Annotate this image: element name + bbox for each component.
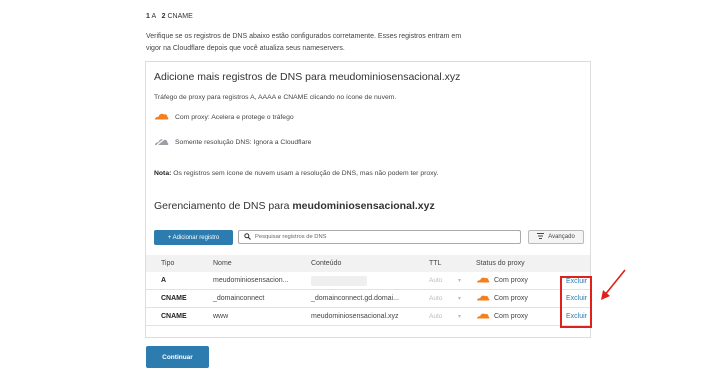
dns-management-domain: meudominiosensacional.xyz: [292, 200, 435, 212]
header-content: Conteúdo: [311, 260, 342, 267]
proxy-status[interactable]: Com proxy: [476, 272, 528, 289]
dns-records-table: Tipo Nome Conteúdo TTL Status do proxy A…: [146, 255, 590, 326]
dns-management-prefix: Gerenciamento de DNS para: [154, 200, 293, 212]
delete-link[interactable]: Excluir: [566, 313, 587, 320]
chevron-down-icon: ▾: [458, 278, 462, 284]
chevron-down-icon: ▾: [458, 314, 462, 320]
note-text: Os registros sem ícone de nuvem usam a r…: [171, 170, 439, 177]
step-1-number: 1: [146, 13, 150, 20]
search-placeholder: Pesquisar registros de DNS: [255, 234, 327, 240]
table-row[interactable]: CNAME _domainconnect _domainconnect.gd.d…: [146, 290, 590, 308]
cloud-orange-icon: [476, 294, 490, 303]
record-content: _domainconnect.gd.domai...: [311, 295, 399, 302]
card-subtitle: Tráfego de proxy para registros A, AAAA …: [154, 94, 397, 101]
dns-card: Adicione mais registros de DNS para meud…: [145, 61, 591, 338]
record-type: CNAME: [161, 313, 187, 320]
header-type: Tipo: [161, 260, 175, 267]
add-record-button[interactable]: + Adicionar registro: [154, 230, 233, 245]
record-type: CNAME: [161, 295, 187, 302]
header-ttl: TTL: [429, 260, 442, 267]
table-row[interactable]: A meudominiosensacion... Auto ▾ Com prox…: [146, 272, 590, 290]
legend-proxied-text: Com proxy: Acelera e protege o tráfego: [175, 113, 294, 121]
note-label: Nota:: [154, 170, 172, 177]
card-title: Adicione mais registros de DNS para meud…: [154, 71, 461, 83]
cloud-orange-icon: [476, 312, 490, 321]
note: Nota: Os registros sem ícone de nuvem us…: [154, 168, 474, 180]
advanced-button[interactable]: Avançado: [528, 230, 584, 244]
record-type: A: [161, 277, 167, 284]
delete-link[interactable]: Excluir: [566, 295, 587, 302]
step-indicator: 1 A 2 CNAME: [146, 13, 193, 20]
record-name: meudominiosensacion...: [213, 277, 289, 284]
proxy-status[interactable]: Com proxy: [476, 290, 528, 307]
step-1-label: A: [151, 13, 156, 20]
search-input[interactable]: Pesquisar registros de DNS: [238, 230, 521, 244]
dns-management-title: Gerenciamento de DNS para meudominiosens…: [154, 200, 435, 212]
search-icon: [244, 232, 251, 242]
legend-dns-only: Somente resolução DNS: Ignora a Cloudfla…: [154, 137, 311, 148]
cloud-gray-icon: [154, 137, 169, 148]
advanced-label: Avançado: [548, 234, 575, 240]
chevron-down-icon: ▾: [458, 296, 462, 302]
step-2-number: 2: [161, 13, 166, 20]
proxy-status-text: Com proxy: [494, 313, 528, 320]
arrow-annotation-icon: [598, 268, 628, 306]
header-status: Status do proxy: [476, 260, 525, 267]
proxy-status-text: Com proxy: [494, 295, 528, 302]
cloud-orange-icon: [154, 112, 169, 122]
dns-toolbar: + Adicionar registro Pesquisar registros…: [154, 230, 584, 246]
table-header: Tipo Nome Conteúdo TTL Status do proxy: [146, 255, 590, 272]
table-row[interactable]: CNAME www meudominiosensacional.xyz Auto…: [146, 308, 590, 326]
ttl-select[interactable]: Auto: [429, 308, 442, 325]
record-name: _domainconnect: [213, 295, 265, 302]
record-name: www: [213, 313, 229, 320]
ttl-select[interactable]: Auto: [429, 272, 442, 289]
header-name: Nome: [213, 260, 232, 267]
cloud-orange-icon: [476, 276, 490, 285]
record-content: [311, 272, 367, 289]
delete-link[interactable]: Excluir: [566, 278, 587, 285]
step-2-label: CNAME: [167, 13, 193, 20]
record-content: meudominiosensacional.xyz: [311, 313, 399, 320]
ttl-select[interactable]: Auto: [429, 290, 442, 307]
proxy-status[interactable]: Com proxy: [476, 308, 528, 325]
filter-icon: [537, 233, 545, 241]
intro-text: Verifique se os registros de DNS abaixo …: [146, 33, 462, 52]
legend-proxied: Com proxy: Acelera e protege o tráfego: [154, 112, 294, 122]
proxy-status-text: Com proxy: [494, 277, 528, 284]
redacted-content: [311, 275, 367, 286]
continue-button[interactable]: Continuar: [146, 346, 209, 368]
legend-dns-only-text: Somente resolução DNS: Ignora a Cloudfla…: [175, 139, 312, 146]
